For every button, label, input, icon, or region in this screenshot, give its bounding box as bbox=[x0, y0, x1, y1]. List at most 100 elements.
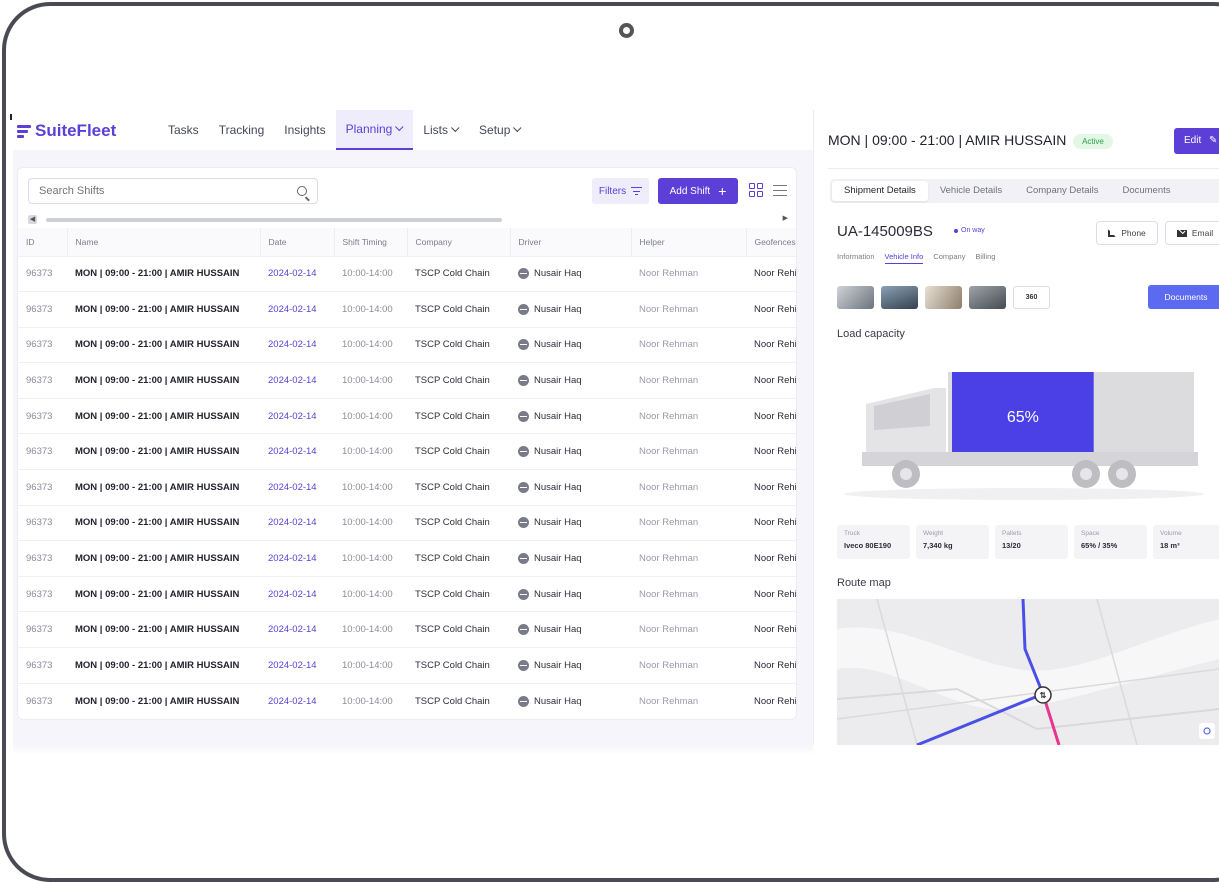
cell-timing: 10:00-14:00 bbox=[334, 647, 407, 684]
cell-name[interactable]: MON | 09:00 - 21:00 | AMIR HUSSAIN bbox=[67, 611, 260, 648]
table-row[interactable]: 96373 MON | 09:00 - 21:00 | AMIR HUSSAIN 2… bbox=[18, 255, 796, 292]
phone-button-label: Phone bbox=[1121, 228, 1146, 238]
cell-date[interactable]: 2024-02-14 bbox=[260, 647, 334, 684]
cell-driver: Nusair Haq bbox=[510, 397, 631, 434]
table-row[interactable]: 96373 MON | 09:00 - 21:00 | AMIR HUSSAIN 2… bbox=[18, 397, 796, 434]
edit-button[interactable]: Edit ✎ bbox=[1174, 128, 1219, 154]
search-input[interactable] bbox=[39, 185, 297, 197]
vehicle-photo-thumbnail[interactable] bbox=[969, 286, 1006, 309]
search-box[interactable] bbox=[28, 178, 318, 204]
cell-id: 96373 bbox=[18, 397, 67, 434]
cell-name[interactable]: MON | 09:00 - 21:00 | AMIR HUSSAIN bbox=[67, 433, 260, 470]
cell-name[interactable]: MON | 09:00 - 21:00 | AMIR HUSSAIN bbox=[67, 291, 260, 328]
cell-name[interactable]: MON | 09:00 - 21:00 | AMIR HUSSAIN bbox=[67, 326, 260, 363]
tab-shipment-details[interactable]: Shipment Details bbox=[832, 181, 928, 201]
cell-date[interactable]: 2024-02-14 bbox=[260, 540, 334, 577]
cell-date[interactable]: 2024-02-14 bbox=[260, 255, 334, 292]
subtab-billing[interactable]: Billing bbox=[975, 252, 995, 264]
tab-vehicle-details[interactable]: Vehicle Details bbox=[928, 181, 1014, 201]
subtab-company[interactable]: Company bbox=[933, 252, 965, 264]
cell-date[interactable]: 2024-02-14 bbox=[260, 611, 334, 648]
cell-timing: 10:00-14:00 bbox=[334, 326, 407, 363]
horizontal-scrollbar[interactable]: ◀ ▶ bbox=[28, 214, 788, 224]
map-recenter-button[interactable] bbox=[1199, 723, 1215, 739]
table-row[interactable]: 96373 MON | 09:00 - 21:00 | AMIR HUSSAIN 2… bbox=[18, 433, 796, 470]
email-button[interactable]: Email bbox=[1165, 221, 1219, 245]
subtab-information[interactable]: Information bbox=[837, 252, 875, 264]
column-header[interactable]: Company bbox=[407, 228, 511, 256]
table-row[interactable]: 96373 MON | 09:00 - 21:00 | AMIR HUSSAIN 2… bbox=[18, 647, 796, 684]
stat-value: 18 m³ bbox=[1160, 541, 1180, 550]
table-row[interactable]: 96373 MON | 09:00 - 21:00 | AMIR HUSSAIN 2… bbox=[18, 611, 796, 648]
view-360-button[interactable]: 360 bbox=[1013, 286, 1050, 309]
search-icon[interactable] bbox=[297, 186, 307, 196]
scroll-left-arrow-icon[interactable]: ◀ bbox=[28, 215, 37, 224]
vehicle-status-label: On way bbox=[961, 227, 985, 234]
cell-date[interactable]: 2024-02-14 bbox=[260, 326, 334, 363]
column-header[interactable]: Driver bbox=[510, 228, 632, 256]
driver-avatar-icon bbox=[518, 339, 529, 351]
cell-date[interactable]: 2024-02-14 bbox=[260, 504, 334, 541]
cell-date[interactable]: 2024-02-14 bbox=[260, 362, 334, 399]
nav-item-tracking[interactable]: Tracking bbox=[209, 110, 275, 150]
table-row[interactable]: 96373 MON | 09:00 - 21:00 | AMIR HUSSAIN 2… bbox=[18, 326, 796, 363]
vehicle-photo-thumbnail[interactable] bbox=[837, 286, 874, 309]
scrollbar-thumb[interactable] bbox=[46, 218, 502, 222]
driver-cell: Nusair Haq bbox=[518, 481, 631, 493]
column-header[interactable]: Date bbox=[260, 228, 335, 256]
filters-button[interactable]: Filters bbox=[592, 178, 649, 204]
tab-documents[interactable]: Documents bbox=[1110, 181, 1182, 201]
documents-button[interactable]: Documents bbox=[1148, 285, 1219, 309]
camera-icon bbox=[619, 23, 634, 38]
table-row[interactable]: 96373 MON | 09:00 - 21:00 | AMIR HUSSAIN 2… bbox=[18, 362, 796, 399]
column-header[interactable]: Shift Timing bbox=[334, 228, 408, 256]
table-row[interactable]: 96373 MON | 09:00 - 21:00 | AMIR HUSSAIN 2… bbox=[18, 682, 796, 719]
cell-name[interactable]: MON | 09:00 - 21:00 | AMIR HUSSAIN bbox=[67, 647, 260, 684]
scroll-right-arrow-icon[interactable]: ▶ bbox=[783, 214, 788, 222]
table-row[interactable]: 96373 MON | 09:00 - 21:00 | AMIR HUSSAIN 2… bbox=[18, 575, 796, 612]
grid-view-icon[interactable] bbox=[749, 183, 763, 197]
column-header[interactable]: Helper bbox=[631, 228, 747, 256]
list-view-icon[interactable] bbox=[773, 185, 787, 197]
table-row[interactable]: 96373 MON | 09:00 - 21:00 | AMIR HUSSAIN 2… bbox=[18, 469, 796, 506]
driver-avatar-icon bbox=[518, 375, 529, 387]
route-map[interactable]: ⇅ bbox=[837, 599, 1219, 745]
tab-company-details[interactable]: Company Details bbox=[1014, 181, 1110, 201]
driver-name: Nusair Haq bbox=[534, 553, 582, 565]
nav-item-setup[interactable]: Setup bbox=[469, 110, 531, 150]
phone-button[interactable]: Phone bbox=[1096, 221, 1158, 245]
cell-name[interactable]: MON | 09:00 - 21:00 | AMIR HUSSAIN bbox=[67, 469, 260, 506]
cell-date[interactable]: 2024-02-14 bbox=[260, 433, 334, 470]
table-row[interactable]: 96373 MON | 09:00 - 21:00 | AMIR HUSSAIN 2… bbox=[18, 291, 796, 328]
nav-item-planning[interactable]: Planning bbox=[335, 110, 414, 150]
nav-item-lists[interactable]: Lists bbox=[413, 110, 469, 150]
column-header[interactable]: Name bbox=[67, 228, 261, 256]
table-row[interactable]: 96373 MON | 09:00 - 21:00 | AMIR HUSSAIN 2… bbox=[18, 504, 796, 541]
vehicle-photo-thumbnail[interactable] bbox=[925, 286, 962, 309]
cell-name[interactable]: MON | 09:00 - 21:00 | AMIR HUSSAIN bbox=[67, 255, 260, 292]
cell-date[interactable]: 2024-02-14 bbox=[260, 682, 334, 719]
cell-name[interactable]: MON | 09:00 - 21:00 | AMIR HUSSAIN bbox=[67, 575, 260, 612]
add-shift-button[interactable]: Add Shift + bbox=[658, 178, 738, 204]
cell-name[interactable]: MON | 09:00 - 21:00 | AMIR HUSSAIN bbox=[67, 540, 260, 577]
column-header[interactable]: ID bbox=[18, 228, 68, 256]
cell-name[interactable]: MON | 09:00 - 21:00 | AMIR HUSSAIN bbox=[67, 362, 260, 399]
table-row[interactable]: 96373 MON | 09:00 - 21:00 | AMIR HUSSAIN 2… bbox=[18, 540, 796, 577]
column-header[interactable]: Geofences bbox=[746, 228, 796, 256]
truck-wheel-hub bbox=[900, 468, 912, 480]
cell-date[interactable]: 2024-02-14 bbox=[260, 291, 334, 328]
subtab-vehicle-info[interactable]: Vehicle Info bbox=[884, 252, 924, 264]
cell-geofences: Noor Rehi bbox=[746, 504, 796, 541]
nav-item-tasks[interactable]: Tasks bbox=[158, 110, 209, 150]
vehicle-photo-thumbnail[interactable] bbox=[881, 286, 918, 309]
cell-driver: Nusair Haq bbox=[510, 326, 631, 363]
driver-name: Nusair Haq bbox=[534, 481, 582, 493]
cell-name[interactable]: MON | 09:00 - 21:00 | AMIR HUSSAIN bbox=[67, 397, 260, 434]
cell-date[interactable]: 2024-02-14 bbox=[260, 575, 334, 612]
cell-name[interactable]: MON | 09:00 - 21:00 | AMIR HUSSAIN bbox=[67, 504, 260, 541]
cell-name[interactable]: MON | 09:00 - 21:00 | AMIR HUSSAIN bbox=[67, 682, 260, 719]
app-logo[interactable]: SuiteFleet bbox=[17, 121, 116, 141]
cell-date[interactable]: 2024-02-14 bbox=[260, 397, 334, 434]
cell-date[interactable]: 2024-02-14 bbox=[260, 469, 334, 506]
nav-item-insights[interactable]: Insights bbox=[274, 110, 335, 150]
